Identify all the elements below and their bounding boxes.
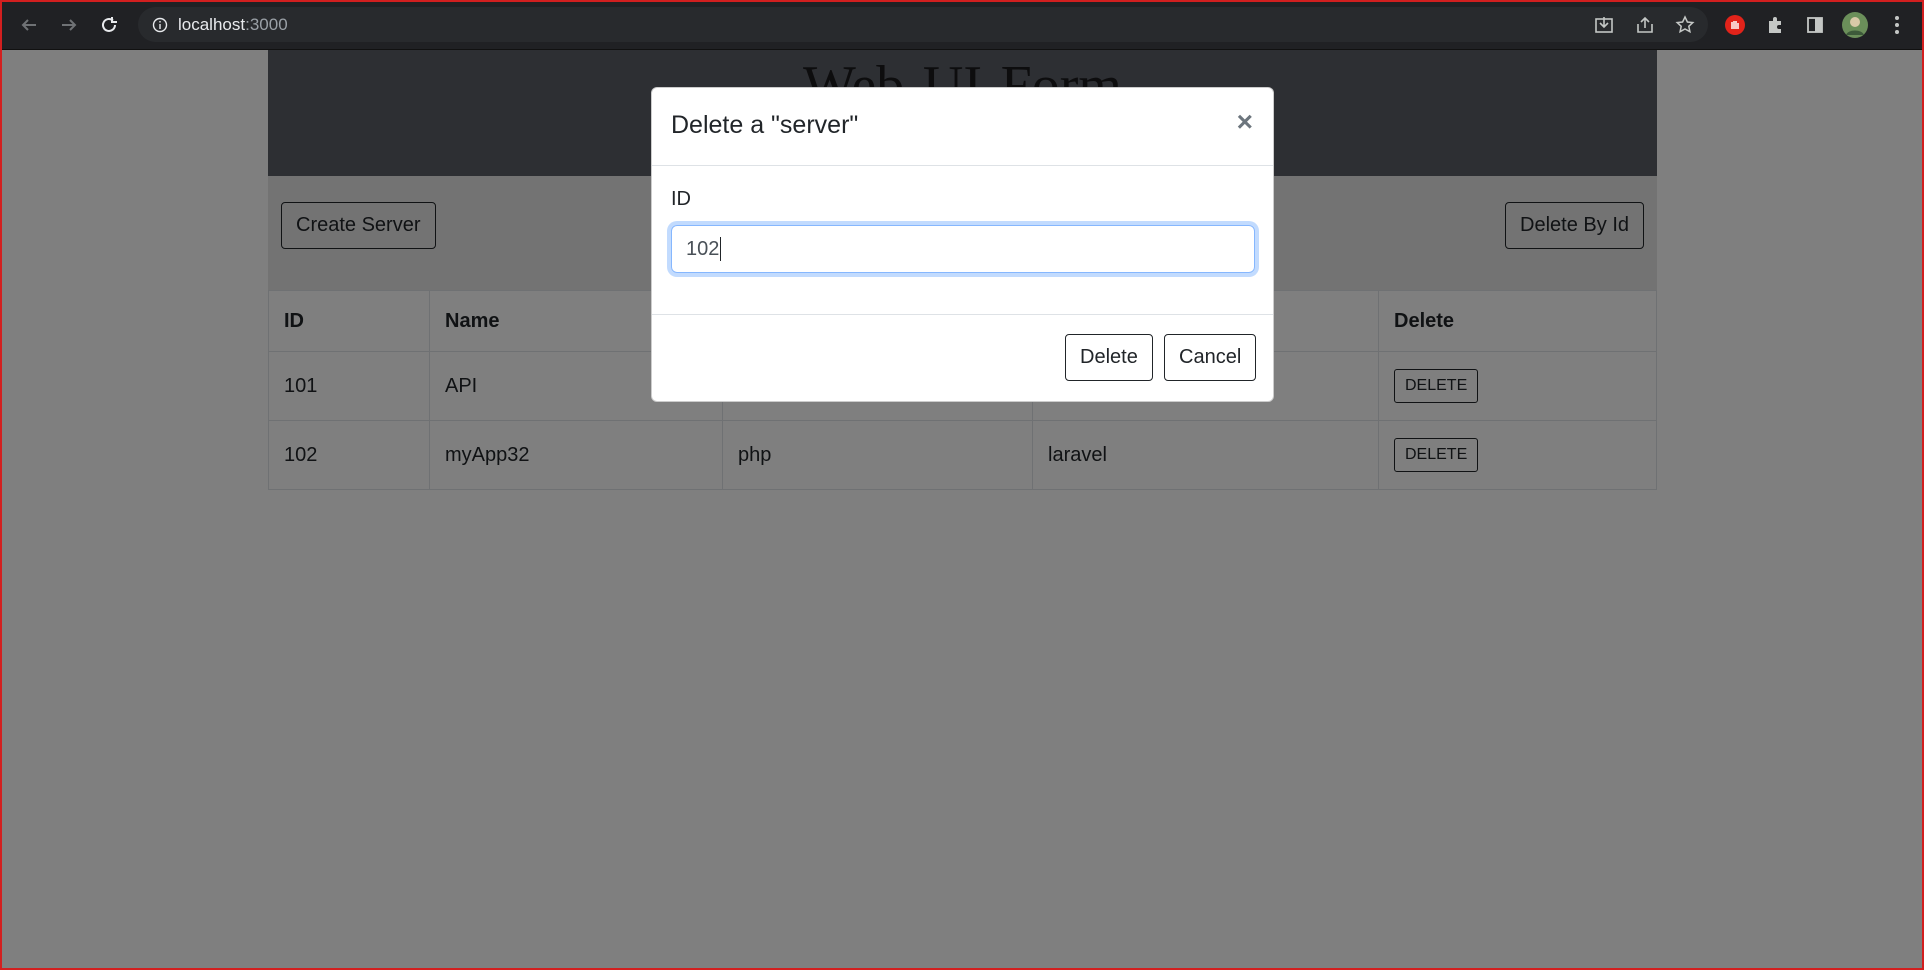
modal-footer: Delete Cancel (652, 315, 1273, 401)
id-input[interactable]: 102 (671, 225, 1255, 273)
id-input-value: 102 (686, 237, 720, 260)
delete-server-modal: Delete a "server" × ID 102 Delete Cancel (651, 87, 1274, 402)
install-icon[interactable] (1589, 10, 1619, 40)
url-text: localhost:3000 (178, 14, 288, 34)
extensions-puzzle-icon[interactable] (1760, 10, 1790, 40)
side-panel-icon[interactable] (1800, 10, 1830, 40)
forward-icon[interactable] (54, 10, 84, 40)
menu-kebab-icon[interactable] (1882, 10, 1912, 40)
reload-icon[interactable] (94, 10, 124, 40)
cancel-button[interactable]: Cancel (1164, 334, 1257, 381)
back-icon[interactable] (14, 10, 44, 40)
site-info-icon[interactable] (152, 17, 168, 33)
close-icon[interactable]: × (1237, 108, 1253, 136)
browser-toolbar: localhost:3000 (0, 0, 1924, 50)
modal-body: ID 102 (652, 166, 1273, 315)
profile-avatar[interactable] (1840, 10, 1870, 40)
extension-stop-icon[interactable] (1720, 10, 1750, 40)
bookmark-star-icon[interactable] (1670, 10, 1700, 40)
id-field-label: ID (671, 188, 691, 210)
modal-header: Delete a "server" × (652, 88, 1273, 166)
delete-button[interactable]: Delete (1065, 334, 1153, 381)
text-caret (720, 237, 722, 261)
modal-title: Delete a "server" (671, 111, 859, 139)
address-bar[interactable]: localhost:3000 (138, 7, 1708, 42)
share-icon[interactable] (1630, 10, 1660, 40)
